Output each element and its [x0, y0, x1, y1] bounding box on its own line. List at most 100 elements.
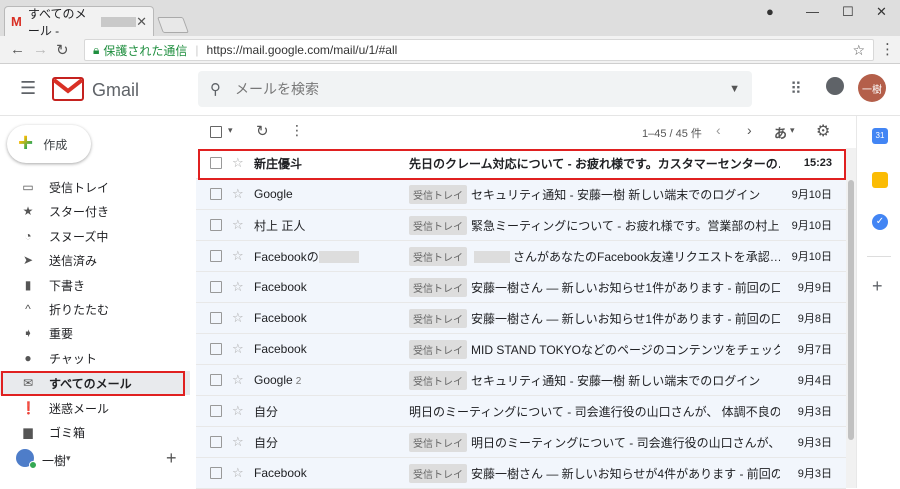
row-checkbox[interactable]: [210, 405, 222, 417]
inbox-label-chip[interactable]: 受信トレイ: [409, 215, 467, 235]
inbox-label-chip[interactable]: 受信トレイ: [409, 370, 467, 390]
search-icon[interactable]: ⚲: [210, 80, 221, 98]
subject-snippet: 安藤一樹さん — 新しいお知らせ1件があります - 前回の口…: [471, 279, 780, 296]
settings-gear-icon[interactable]: ⚙: [816, 121, 830, 141]
row-checkbox[interactable]: [210, 436, 222, 448]
main-menu-icon[interactable]: ☰: [20, 78, 36, 99]
message-date: 9月3日: [797, 437, 832, 449]
star-icon[interactable]: ☆: [232, 372, 246, 388]
sidebar-item-2[interactable]: ◔ スヌーズ中: [0, 224, 190, 248]
subject-text: さんがあなたのFacebook友達リクエストを承認…: [513, 249, 780, 264]
scrollbar-thumb[interactable]: [848, 180, 854, 440]
star-icon[interactable]: ☆: [232, 403, 246, 419]
window-close-icon[interactable]: ✕: [876, 4, 887, 20]
sidebar-item-10[interactable]: ▆ ゴミ箱: [0, 420, 190, 444]
sidebar-item-3[interactable]: ➤ 送信済み: [0, 248, 190, 272]
refresh-icon[interactable]: ↻: [256, 122, 269, 140]
input-tools-dropdown-icon[interactable]: ▾: [790, 125, 795, 136]
avatar[interactable]: 一樹: [858, 74, 886, 102]
inbox-label-chip[interactable]: 受信トレイ: [409, 339, 467, 359]
subject-snippet: 安藤一樹さん — 新しいお知らせ1件があります - 前回の口…: [471, 310, 780, 327]
sender: Facebook: [254, 466, 409, 480]
inbox-label-chip[interactable]: 受信トレイ: [409, 277, 467, 297]
table-row[interactable]: ☆ 自分 明日のミーティングについて - 司会進行役の山口さんが、 体調不良の… 9月…: [196, 396, 846, 427]
gmail-header: ☰ Gmail ⚲ メールを検索 ▼ ⠿ 一樹: [0, 64, 900, 116]
sidebar-item-9[interactable]: ❗ 迷惑メール: [0, 396, 190, 420]
calendar-icon[interactable]: 31: [872, 128, 888, 144]
keep-icon[interactable]: [872, 172, 888, 188]
add-addon-icon[interactable]: +: [872, 276, 883, 297]
search-input[interactable]: ⚲ メールを検索 ▼: [198, 71, 752, 107]
row-checkbox[interactable]: [210, 312, 222, 324]
select-all-checkbox[interactable]: [210, 126, 222, 138]
more-actions-icon[interactable]: ⋮: [290, 122, 304, 139]
input-tools-button[interactable]: あ: [774, 123, 787, 142]
url-text[interactable]: https://mail.google.com/mail/u/1/#all: [207, 43, 398, 57]
row-checkbox[interactable]: [210, 188, 222, 200]
older-page-icon[interactable]: ›: [747, 122, 752, 138]
table-row[interactable]: ☆ 村上 正人 受信トレイ 緊急ミーティングについて - お疲れ様です。営業部の村上……: [196, 210, 846, 241]
star-icon[interactable]: ☆: [232, 465, 246, 481]
row-checkbox[interactable]: [210, 219, 222, 231]
account-add-button[interactable]: +: [166, 448, 177, 469]
new-tab-button[interactable]: [157, 17, 189, 33]
star-icon[interactable]: ☆: [232, 279, 246, 295]
star-icon[interactable]: ☆: [232, 434, 246, 450]
back-icon[interactable]: ←: [10, 41, 25, 58]
inbox-label-chip[interactable]: 受信トレイ: [409, 432, 467, 452]
account-dropdown-icon[interactable]: ▾: [66, 453, 71, 464]
apps-grid-icon[interactable]: ⠿: [790, 79, 802, 99]
tab-close-icon[interactable]: ✕: [136, 14, 147, 30]
sidebar-item-1[interactable]: ★ スター付き: [0, 199, 190, 223]
inbox-label-chip[interactable]: 受信トレイ: [409, 184, 467, 204]
bookmark-star-icon[interactable]: ☆: [852, 42, 865, 59]
star-icon[interactable]: ☆: [232, 248, 246, 264]
inbox-label-chip[interactable]: 受信トレイ: [409, 246, 467, 266]
omnibox[interactable]: 🔒︎ 保護された通信 | https://mail.google.com/mai…: [84, 39, 874, 61]
sender-name: Google: [254, 187, 293, 201]
sidebar-item-4[interactable]: ▮ 下書き: [0, 273, 190, 297]
table-row[interactable]: ☆ 自分 受信トレイ 明日のミーティングについて - 司会進行役の山口さんが、… 9月3…: [196, 427, 846, 458]
table-row[interactable]: ☆ Google 2 受信トレイ セキュリティ通知 - 安藤一樹 新しい端末でのログイン…: [196, 365, 846, 396]
sidebar-item-6[interactable]: ➧ 重要: [0, 321, 190, 345]
sidebar-item-7[interactable]: ● チャット: [0, 346, 190, 370]
newer-page-icon[interactable]: ‹: [716, 122, 721, 138]
table-row[interactable]: ☆ Facebookの 受信トレイ さんがあなたのFacebook友達リクエストを承認…: [196, 241, 846, 272]
notifications-icon[interactable]: [826, 77, 844, 95]
star-icon: ★: [22, 204, 34, 218]
inbox-label-chip[interactable]: 受信トレイ: [409, 308, 467, 328]
row-checkbox[interactable]: [210, 374, 222, 386]
maximize-icon[interactable]: ☐: [842, 4, 854, 20]
search-options-icon[interactable]: ▼: [729, 83, 740, 95]
star-icon[interactable]: ☆: [232, 217, 246, 233]
compose-button[interactable]: + 作成: [7, 125, 91, 163]
table-row[interactable]: ☆ Facebook 受信トレイ 安藤一樹さん — 新しいお知らせが4件があります -…: [196, 458, 846, 489]
minimize-icon[interactable]: —: [806, 4, 819, 19]
profile-icon[interactable]: ●: [766, 4, 774, 19]
forward-icon[interactable]: →: [33, 41, 48, 58]
table-row[interactable]: ☆ Google 受信トレイ セキュリティ通知 - 安藤一樹 新しい端末でのログイン 9…: [196, 179, 846, 210]
table-row[interactable]: ☆ Facebook 受信トレイ MID STAND TOKYOなどのページのコンテン…: [196, 334, 846, 365]
inbox-label-chip[interactable]: 受信トレイ: [409, 463, 467, 483]
sender: Facebook: [254, 280, 409, 294]
star-icon[interactable]: ☆: [232, 310, 246, 326]
sidebar-item-0[interactable]: ▭ 受信トレイ: [0, 175, 190, 199]
account-name[interactable]: 一樹: [42, 452, 66, 469]
row-checkbox[interactable]: [210, 250, 222, 262]
sidebar-item-5[interactable]: ^ 折りたたむ: [0, 297, 190, 321]
star-icon[interactable]: ☆: [232, 186, 246, 202]
row-checkbox[interactable]: [210, 467, 222, 479]
browser-menu-icon[interactable]: ⋮: [880, 40, 895, 58]
star-icon[interactable]: ☆: [232, 341, 246, 357]
row-checkbox[interactable]: [210, 343, 222, 355]
browser-tab[interactable]: M すべてのメール - ✕: [4, 6, 154, 38]
table-row[interactable]: ☆ Facebook 受信トレイ 安藤一樹さん — 新しいお知らせ1件があります - …: [196, 303, 846, 334]
gmail-logo-icon[interactable]: [52, 77, 84, 101]
tasks-icon[interactable]: ✓: [872, 214, 888, 230]
online-status-icon: [29, 461, 37, 469]
table-row[interactable]: ☆ Facebook 受信トレイ 安藤一樹さん — 新しいお知らせ1件があります - …: [196, 272, 846, 303]
select-dropdown-icon[interactable]: ▾: [228, 125, 233, 136]
reload-icon[interactable]: ↻: [56, 41, 69, 59]
row-checkbox[interactable]: [210, 281, 222, 293]
sender: Facebookの: [254, 248, 409, 265]
